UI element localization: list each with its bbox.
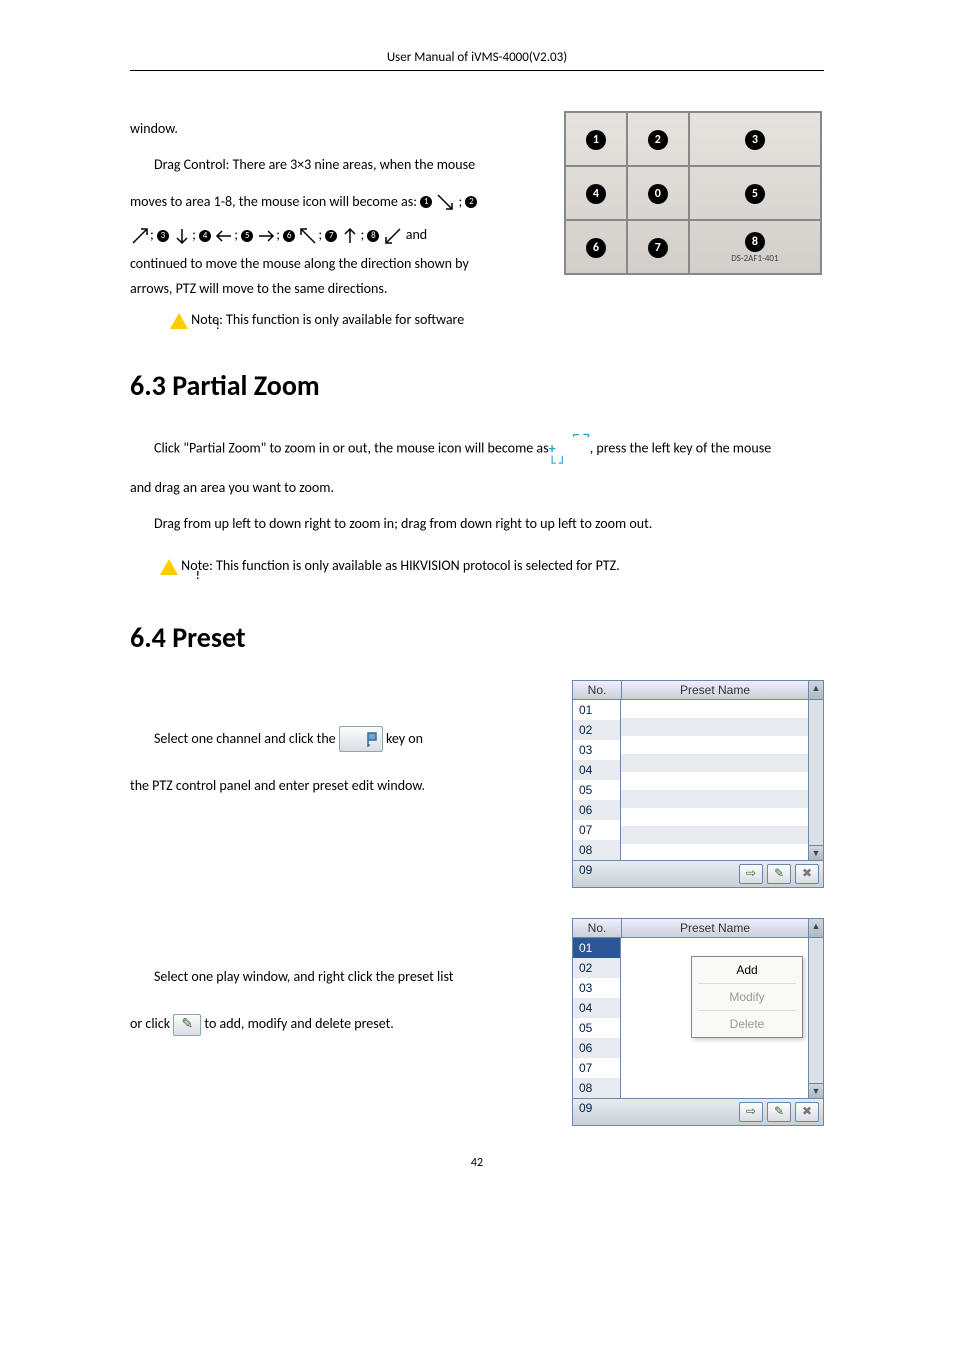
note-1: Note: This function is only available fo… bbox=[191, 311, 464, 328]
preset-goto-button[interactable]: ⇨ bbox=[739, 864, 763, 884]
preset-delete-button[interactable]: ✖ bbox=[795, 864, 819, 884]
preset-row[interactable]: 05 bbox=[573, 1018, 620, 1038]
bullet-6: 6 bbox=[283, 230, 295, 242]
preset-edit-button[interactable]: ✎ bbox=[767, 864, 791, 884]
warning-icon bbox=[160, 559, 178, 575]
preset-row[interactable]: 08 bbox=[573, 1078, 620, 1098]
sec63-p2: and drag an area you want to zoom. bbox=[130, 470, 824, 506]
cursor-arrow-ne bbox=[130, 226, 150, 246]
sec64-p1: Select one channel and click the key on bbox=[130, 722, 562, 756]
bullet-1: 1 bbox=[420, 196, 432, 208]
grid-cell-4: 4 bbox=[586, 184, 606, 204]
para-cont-b: arrows, PTZ will move to the same direct… bbox=[130, 276, 824, 301]
cursor-arrow-s bbox=[172, 226, 192, 246]
preset-row[interactable]: 05 bbox=[573, 780, 620, 800]
scroll-down-icon[interactable]: ▼ bbox=[809, 1083, 823, 1098]
preset-row[interactable]: 09 bbox=[573, 860, 620, 880]
cursor-arrow-e bbox=[256, 226, 276, 246]
heading-6-4: 6.4 Preset bbox=[130, 620, 824, 655]
preset-panel-1: No. Preset Name ▲ 01 02 03 04 05 06 07 0… bbox=[572, 680, 824, 888]
preset-col-no[interactable]: No. bbox=[573, 919, 622, 937]
grid-cell-0: 0 bbox=[648, 184, 668, 204]
warning-icon bbox=[170, 313, 188, 329]
grid-cell-5: 5 bbox=[745, 184, 765, 204]
cursor-arrow-se bbox=[435, 192, 455, 212]
preset-row[interactable]: 03 bbox=[573, 740, 620, 760]
bullet-3: 3 bbox=[157, 230, 169, 242]
menu-add[interactable]: Add bbox=[692, 957, 802, 983]
preset-row[interactable]: 04 bbox=[573, 998, 620, 1018]
cursor-arrow-nw bbox=[298, 226, 318, 246]
sec64-p2: the PTZ control panel and enter preset e… bbox=[130, 769, 562, 803]
grid-cell-7: 7 bbox=[648, 238, 668, 258]
cursor-arrow-n bbox=[340, 226, 360, 246]
preset-flag-button[interactable] bbox=[339, 726, 383, 752]
bullet-4: 4 bbox=[199, 230, 211, 242]
bullet-7: 7 bbox=[325, 230, 337, 242]
preset-row[interactable]: 02 bbox=[573, 958, 620, 978]
preset-goto-button[interactable]: ⇨ bbox=[739, 1102, 763, 1122]
preset-row[interactable]: 06 bbox=[573, 1038, 620, 1058]
sec64-p3: Select one play window, and right click … bbox=[130, 960, 562, 994]
cursor-arrow-sw bbox=[383, 226, 403, 246]
bullet-2: 2 bbox=[465, 196, 477, 208]
preset-delete-button[interactable]: ✖ bbox=[795, 1102, 819, 1122]
sec63-p1: Click "Partial Zoom" to zoom in or out, … bbox=[130, 428, 824, 470]
drag-control-grid: 1 2 3 4 0 5 6 7 8 DS-2AF1-401 bbox=[564, 111, 824, 275]
page-header: User Manual of iVMS-4000(V2.03) bbox=[130, 50, 824, 71]
preset-row[interactable]: 03 bbox=[573, 978, 620, 998]
menu-modify[interactable]: Modify bbox=[692, 984, 802, 1010]
bullet-8: 8 bbox=[367, 230, 379, 242]
cursor-arrow-w bbox=[214, 226, 234, 246]
bullet-5: 5 bbox=[241, 230, 253, 242]
preset-row[interactable]: 06 bbox=[573, 800, 620, 820]
grid-cell-8-label: DS-2AF1-401 bbox=[691, 254, 819, 263]
preset-row[interactable]: 07 bbox=[573, 820, 620, 840]
preset-row[interactable]: 02 bbox=[573, 720, 620, 740]
sec63-note: Note: This function is only available as… bbox=[181, 557, 619, 574]
preset-edit-icon-button[interactable]: ✎ bbox=[173, 1014, 201, 1036]
preset-col-no[interactable]: No. bbox=[573, 681, 622, 699]
grid-cell-6: 6 bbox=[586, 238, 606, 258]
grid-cell-1: 1 bbox=[586, 130, 606, 150]
grid-cell-8: 8 bbox=[745, 232, 765, 252]
scroll-up-icon[interactable]: ▲ bbox=[808, 681, 823, 699]
preset-row[interactable]: 07 bbox=[573, 1058, 620, 1078]
preset-row[interactable]: 01 bbox=[573, 700, 620, 720]
sec64-p4: or click ✎ to add, modify and delete pre… bbox=[130, 1007, 562, 1041]
scrollbar[interactable]: ▼ bbox=[808, 700, 823, 860]
preset-context-menu: Add Modify Delete bbox=[691, 956, 803, 1038]
menu-delete[interactable]: Delete bbox=[692, 1011, 802, 1037]
preset-col-name[interactable]: Preset Name bbox=[622, 681, 808, 699]
scrollbar[interactable]: ▼ bbox=[808, 938, 823, 1098]
preset-numbers: 01 02 03 04 05 06 07 08 09 bbox=[573, 938, 621, 1098]
sec63-p3: Drag from up left to down right to zoom … bbox=[130, 506, 824, 542]
preset-panel-2: No. Preset Name ▲ 01 02 03 04 05 06 07 0… bbox=[572, 918, 824, 1126]
preset-col-name[interactable]: Preset Name bbox=[622, 919, 808, 937]
preset-edit-button[interactable]: ✎ bbox=[767, 1102, 791, 1122]
scroll-down-icon[interactable]: ▼ bbox=[809, 845, 823, 860]
preset-numbers: 01 02 03 04 05 06 07 08 09 bbox=[573, 700, 621, 860]
grid-cell-3: 3 bbox=[745, 130, 765, 150]
scroll-up-icon[interactable]: ▲ bbox=[808, 919, 823, 937]
preset-row[interactable]: 09 bbox=[573, 1098, 620, 1118]
zoom-cursor-icon: ⌐ ¬+└ ┘ bbox=[549, 428, 590, 470]
grid-cell-2: 2 bbox=[648, 130, 668, 150]
preset-row-selected[interactable]: 01 bbox=[573, 938, 620, 958]
preset-row[interactable]: 04 bbox=[573, 760, 620, 780]
page-number: 42 bbox=[130, 1156, 824, 1170]
heading-6-3: 6.3 Partial Zoom bbox=[130, 368, 824, 403]
preset-row[interactable]: 08 bbox=[573, 840, 620, 860]
